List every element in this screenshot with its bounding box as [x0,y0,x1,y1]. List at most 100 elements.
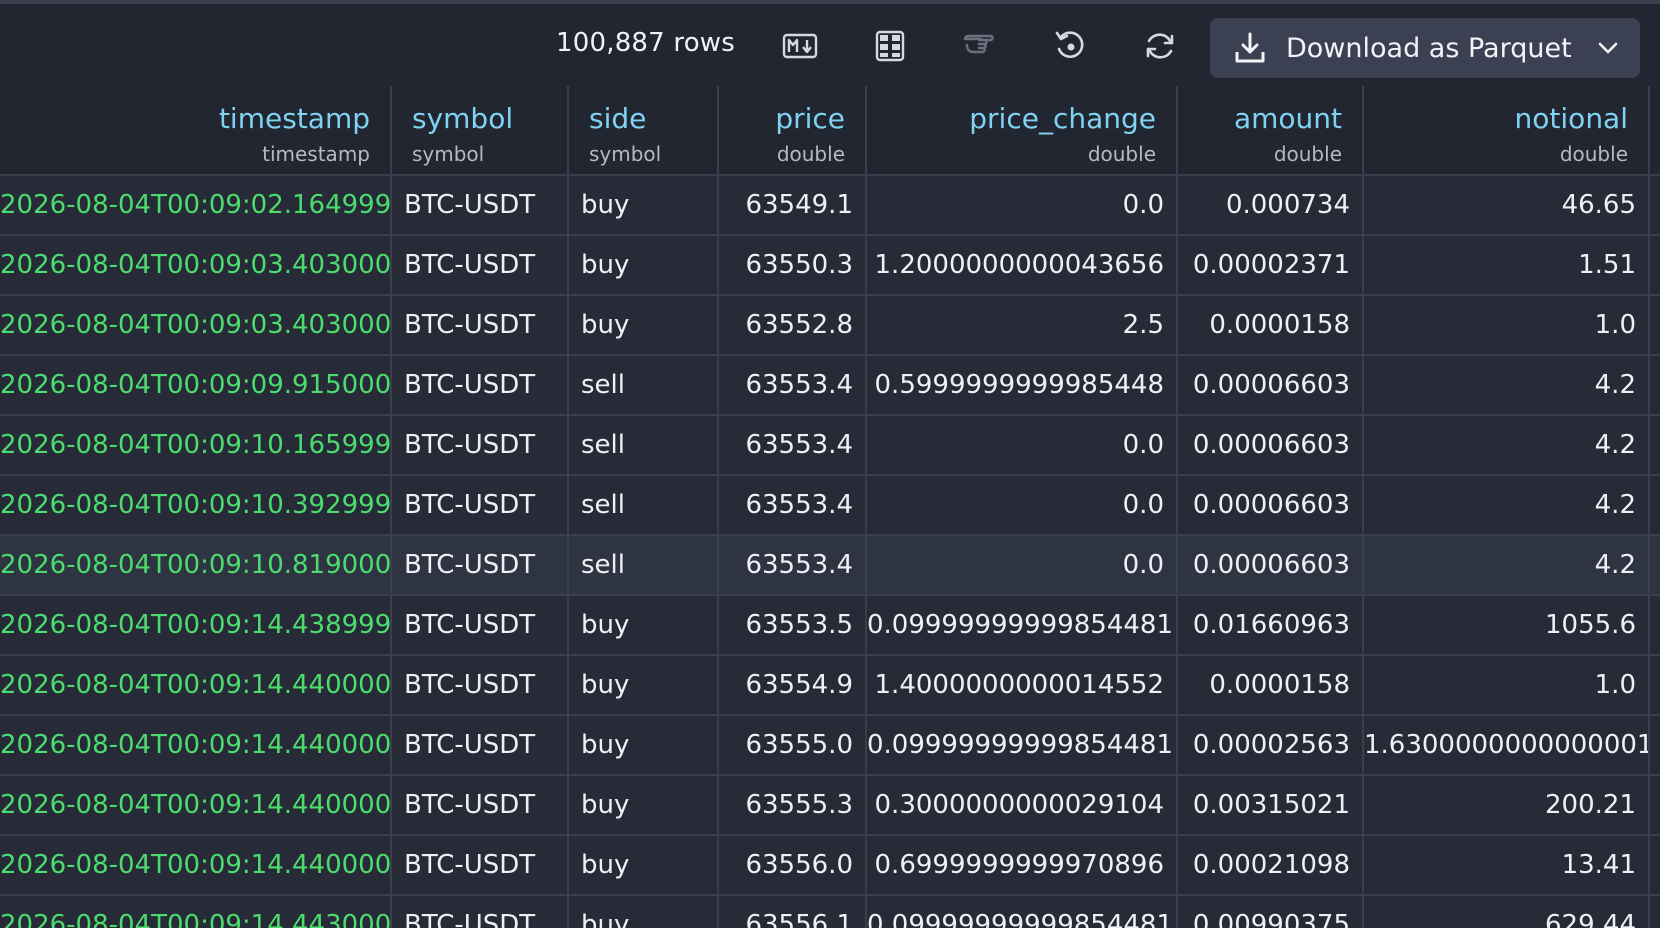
table-row[interactable]: 2026-08-04T00:09:14.440000Z BTC-USDT buy 63… [0,656,1660,716]
cell-side[interactable]: buy [569,236,719,294]
cell-timestamp[interactable]: 2026-08-04T00:09:02.164999Z [0,176,392,234]
cell-symbol[interactable]: BTC-USDT [392,356,569,414]
cell-amount[interactable]: 0.00990375 [1178,896,1364,928]
cell-symbol[interactable]: BTC-USDT [392,716,569,774]
cell-price[interactable]: 63553.4 [719,416,867,474]
cell-amount[interactable]: 0.00006603 [1178,476,1364,534]
cell-side[interactable]: buy [569,836,719,894]
table-row[interactable]: 2026-08-04T00:09:10.819000Z BTC-USDT sell 6… [0,536,1660,596]
cell-symbol[interactable]: BTC-USDT [392,296,569,354]
cell-side[interactable]: buy [569,656,719,714]
cell-price-change[interactable]: 0.0 [867,176,1178,234]
cell-price-change[interactable]: 0.6999999999970896 [867,836,1178,894]
cell-notional[interactable]: 1.0 [1364,656,1650,714]
cell-timestamp[interactable]: 2026-08-04T00:09:14.440000Z [0,836,392,894]
cell-notional[interactable]: 1.51 [1364,236,1650,294]
table-row[interactable]: 2026-08-04T00:09:14.440000Z BTC-USDT buy 63… [0,776,1660,836]
cell-symbol[interactable]: BTC-USDT [392,176,569,234]
download-parquet-button[interactable]: Download as Parquet [1210,18,1640,78]
cell-side[interactable]: buy [569,776,719,834]
cell-amount[interactable]: 0.00002563 [1178,716,1364,774]
column-header-price-change[interactable]: price_change double [867,86,1178,174]
cell-price-change[interactable]: 0.0 [867,536,1178,594]
cell-price[interactable]: 63554.9 [719,656,867,714]
cell-price[interactable]: 63553.5 [719,596,867,654]
column-header-notional[interactable]: notional double [1364,86,1650,174]
table-row[interactable]: 2026-08-04T00:09:03.403000Z BTC-USDT buy 63… [0,296,1660,356]
cell-amount[interactable]: 0.0000158 [1178,296,1364,354]
cell-side[interactable]: buy [569,176,719,234]
refresh-icon[interactable] [1140,26,1180,66]
cell-timestamp[interactable]: 2026-08-04T00:09:14.440000Z [0,716,392,774]
grid-icon[interactable] [870,26,910,66]
table-row[interactable]: 2026-08-04T00:09:03.403000Z BTC-USDT buy 63… [0,236,1660,296]
cell-timestamp[interactable]: 2026-08-04T00:09:09.915000Z [0,356,392,414]
cell-symbol[interactable]: BTC-USDT [392,836,569,894]
cell-price-change[interactable]: 0.09999999999854481 [867,716,1178,774]
cell-side[interactable]: sell [569,356,719,414]
cell-price[interactable]: 63552.8 [719,296,867,354]
cell-notional[interactable]: 1.0 [1364,296,1650,354]
cell-price-change[interactable]: 0.5999999999985448 [867,356,1178,414]
cell-price-change[interactable]: 0.09999999999854481 [867,596,1178,654]
cell-amount[interactable]: 0.00002371 [1178,236,1364,294]
cell-notional[interactable]: 46.65 [1364,176,1650,234]
cell-price[interactable]: 63553.4 [719,356,867,414]
cell-side[interactable]: buy [569,716,719,774]
cell-amount[interactable]: 0.0000158 [1178,656,1364,714]
cell-amount[interactable]: 0.00021098 [1178,836,1364,894]
cell-price-change[interactable]: 0.3000000000029104 [867,776,1178,834]
cell-price[interactable]: 63553.4 [719,476,867,534]
cell-symbol[interactable]: BTC-USDT [392,536,569,594]
cell-amount[interactable]: 0.000734 [1178,176,1364,234]
cell-side[interactable]: sell [569,416,719,474]
cell-symbol[interactable]: BTC-USDT [392,656,569,714]
cell-price[interactable]: 63556.0 [719,836,867,894]
table-row[interactable]: 2026-08-04T00:09:14.440000Z BTC-USDT buy 63… [0,716,1660,776]
cell-side[interactable]: sell [569,476,719,534]
cell-timestamp[interactable]: 2026-08-04T00:09:03.403000Z [0,236,392,294]
chevron-down-icon[interactable] [1594,34,1622,62]
cell-notional[interactable]: 200.21 [1364,776,1650,834]
cell-price-change[interactable]: 2.5 [867,296,1178,354]
column-header-timestamp[interactable]: timestamp timestamp [0,86,392,174]
table-row[interactable]: 2026-08-04T00:09:14.438999Z BTC-USDT buy 63… [0,596,1660,656]
cell-notional[interactable]: 1.6300000000000001 [1364,716,1650,774]
table-row[interactable]: 2026-08-04T00:09:10.165999Z BTC-USDT sell 6… [0,416,1660,476]
cell-price[interactable]: 63550.3 [719,236,867,294]
table-row[interactable]: 2026-08-04T00:09:09.915000Z BTC-USDT sell 6… [0,356,1660,416]
cell-side[interactable]: buy [569,896,719,928]
column-header-amount[interactable]: amount double [1178,86,1364,174]
cell-notional[interactable]: 4.2 [1364,476,1650,534]
table-row[interactable]: 2026-08-04T00:09:14.440000Z BTC-USDT buy 63… [0,836,1660,896]
pointing-hand-icon[interactable] [960,26,1000,66]
cell-symbol[interactable]: BTC-USDT [392,776,569,834]
cell-notional[interactable]: 1055.6 [1364,596,1650,654]
cell-price[interactable]: 63555.3 [719,776,867,834]
cell-notional[interactable]: 4.2 [1364,536,1650,594]
cell-price[interactable]: 63555.0 [719,716,867,774]
cell-timestamp[interactable]: 2026-08-04T00:09:14.440000Z [0,656,392,714]
table-row[interactable]: 2026-08-04T00:09:14.443000Z BTC-USDT buy 63… [0,896,1660,928]
cell-timestamp[interactable]: 2026-08-04T00:09:03.403000Z [0,296,392,354]
undo-icon[interactable] [1050,26,1090,66]
cell-amount[interactable]: 0.01660963 [1178,596,1364,654]
cell-price-change[interactable]: 1.4000000000014552 [867,656,1178,714]
table-row[interactable]: 2026-08-04T00:09:02.164999Z BTC-USDT buy 63… [0,176,1660,236]
cell-price-change[interactable]: 0.0 [867,476,1178,534]
cell-symbol[interactable]: BTC-USDT [392,596,569,654]
cell-notional[interactable]: 13.41 [1364,836,1650,894]
cell-amount[interactable]: 0.00006603 [1178,416,1364,474]
cell-amount[interactable]: 0.00006603 [1178,356,1364,414]
table-row[interactable]: 2026-08-04T00:09:10.392999Z BTC-USDT sell 6… [0,476,1660,536]
cell-symbol[interactable]: BTC-USDT [392,236,569,294]
cell-notional[interactable]: 629.44 [1364,896,1650,928]
cell-timestamp[interactable]: 2026-08-04T00:09:10.392999Z [0,476,392,534]
cell-price-change[interactable]: 1.2000000000043656 [867,236,1178,294]
cell-timestamp[interactable]: 2026-08-04T00:09:14.440000Z [0,776,392,834]
cell-price[interactable]: 63556.1 [719,896,867,928]
cell-price[interactable]: 63549.1 [719,176,867,234]
cell-price-change[interactable]: 0.0 [867,416,1178,474]
cell-amount[interactable]: 0.00315021 [1178,776,1364,834]
cell-symbol[interactable]: BTC-USDT [392,476,569,534]
